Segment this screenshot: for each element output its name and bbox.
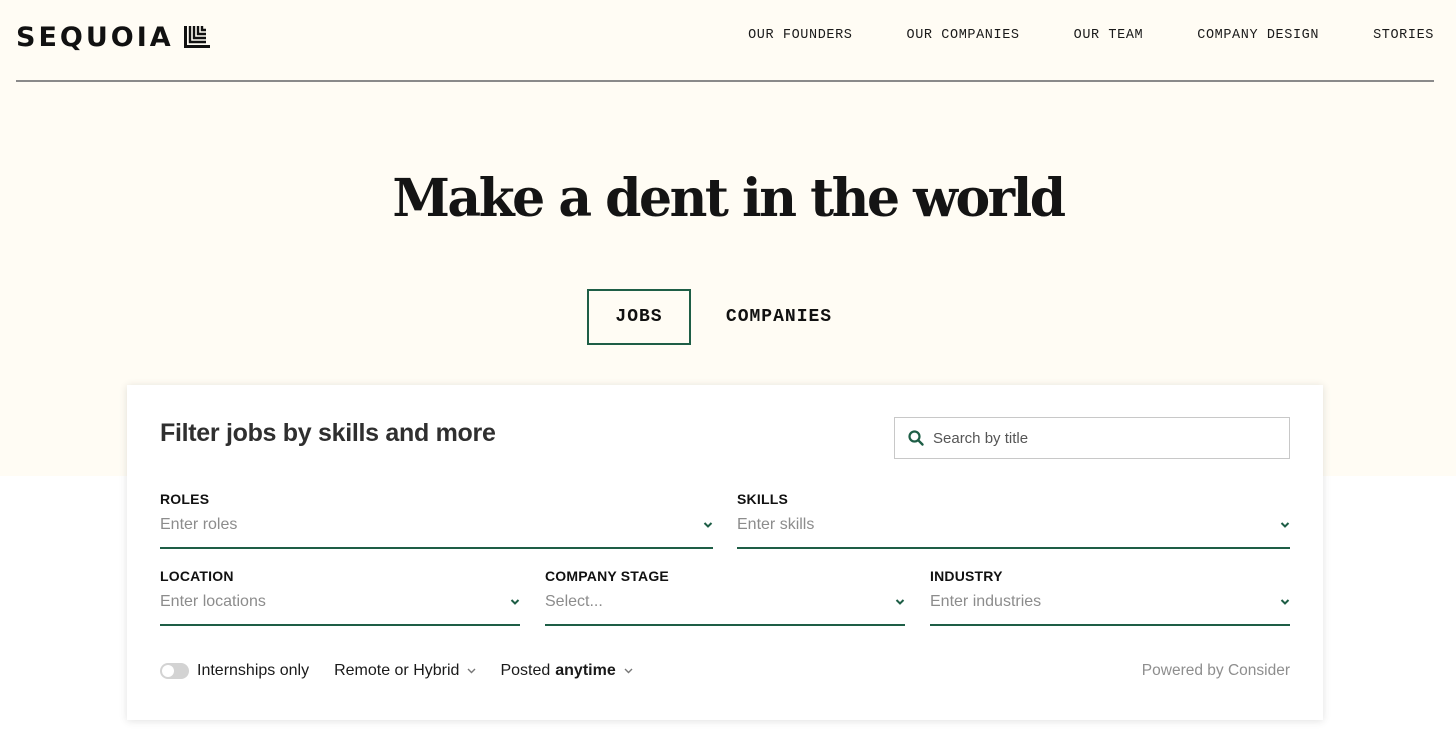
posted-value: anytime — [555, 662, 616, 679]
remote-dropdown[interactable]: Remote or Hybrid — [334, 662, 476, 680]
internships-toggle[interactable] — [160, 663, 189, 679]
roles-label: ROLES — [160, 491, 210, 507]
search-box — [894, 417, 1290, 459]
toggle-knob — [162, 665, 174, 677]
remote-label: Remote or Hybrid — [334, 662, 460, 679]
skills-placeholder: Enter skills — [737, 516, 815, 533]
extra-filters: Internships only Remote or Hybrid Posted… — [160, 660, 633, 682]
sequoia-logo-icon — [183, 26, 210, 48]
company-stage-placeholder: Select... — [545, 593, 603, 610]
powered-by-consider[interactable]: Powered by Consider — [1142, 662, 1290, 680]
logo-wordmark: SEQUOIA — [16, 21, 174, 53]
industry-field: INDUSTRY Enter industries — [930, 568, 1290, 626]
location-placeholder: Enter locations — [160, 593, 266, 610]
location-input[interactable]: Enter locations — [160, 590, 520, 626]
chevron-down-icon — [1280, 522, 1290, 528]
tab-jobs[interactable]: JOBS — [587, 289, 691, 345]
search-icon — [908, 430, 924, 446]
filter-title: Filter jobs by skills and more — [160, 419, 496, 447]
chevron-down-icon — [703, 522, 713, 528]
industry-label: INDUSTRY — [930, 568, 1003, 584]
company-stage-select[interactable]: Select... — [545, 590, 905, 626]
skills-input[interactable]: Enter skills — [737, 513, 1290, 549]
job-filter-card: Filter jobs by skills and more ROLES Ent… — [127, 385, 1323, 720]
search-input[interactable] — [933, 429, 1263, 447]
skills-label: SKILLS — [737, 491, 788, 507]
company-stage-label: COMPANY STAGE — [545, 568, 669, 584]
nav-company-design[interactable]: COMPANY DESIGN — [1197, 28, 1319, 43]
view-tabs: JOBS COMPANIES — [0, 289, 1456, 345]
posted-dropdown[interactable]: Posted anytime — [500, 662, 633, 680]
roles-placeholder: Enter roles — [160, 516, 238, 533]
nav-stories[interactable]: STORIES — [1373, 28, 1434, 43]
nav-our-founders[interactable]: OUR FOUNDERS — [748, 28, 852, 43]
sequoia-logo[interactable]: SEQUOIA — [16, 20, 210, 54]
location-label: LOCATION — [160, 568, 234, 584]
industry-placeholder: Enter industries — [930, 593, 1042, 610]
industry-input[interactable]: Enter industries — [930, 590, 1290, 626]
header-divider — [16, 80, 1434, 82]
main-nav: OUR FOUNDERS OUR COMPANIES OUR TEAM COMP… — [748, 28, 1434, 43]
nav-our-team[interactable]: OUR TEAM — [1074, 28, 1144, 43]
nav-our-companies[interactable]: OUR COMPANIES — [907, 28, 1020, 43]
chevron-down-icon — [1280, 599, 1290, 605]
location-field: LOCATION Enter locations — [160, 568, 520, 626]
company-stage-field: COMPANY STAGE Select... — [545, 568, 905, 626]
tab-companies[interactable]: COMPANIES — [712, 289, 846, 345]
internships-label: Internships only — [197, 662, 310, 679]
chevron-down-icon — [624, 668, 633, 674]
hero-headline: Make a dent in the world — [392, 168, 1066, 229]
posted-prefix: Posted — [500, 662, 551, 679]
skills-field: SKILLS Enter skills — [737, 491, 1290, 549]
chevron-down-icon — [467, 668, 476, 674]
chevron-down-icon — [895, 599, 905, 605]
roles-input[interactable]: Enter roles — [160, 513, 713, 549]
site-header: SEQUOIA OUR FOUNDERS OUR COMPANIES OUR T… — [0, 0, 1456, 82]
chevron-down-icon — [510, 599, 520, 605]
roles-field: ROLES Enter roles — [160, 491, 713, 549]
